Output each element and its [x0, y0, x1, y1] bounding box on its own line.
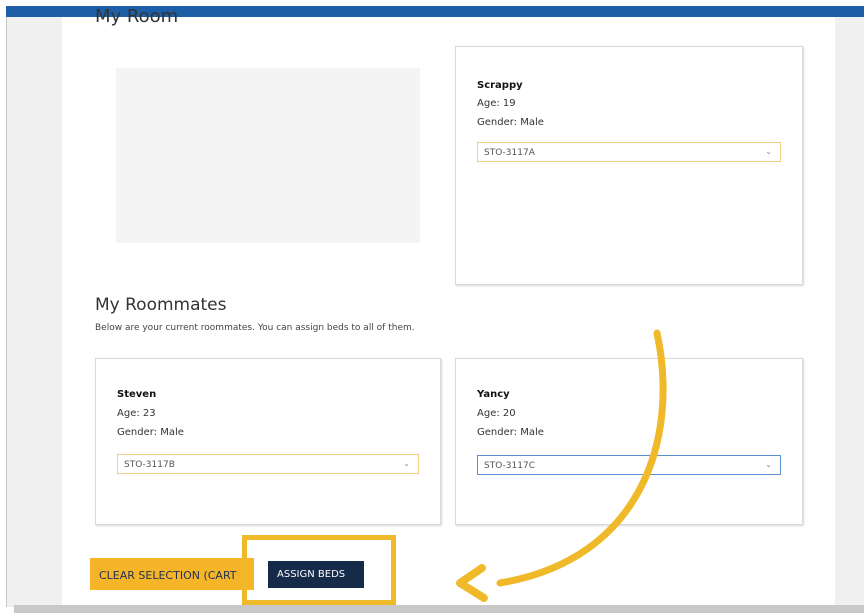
roommate-name: Yancy	[477, 389, 510, 400]
chevron-down-icon: ⌄	[403, 459, 410, 468]
resident-age: Age: 19	[477, 98, 516, 109]
roommates-description: Below are your current roommates. You ca…	[95, 323, 415, 333]
bed-select-value: STO-3117C	[484, 461, 535, 471]
roommate-card: Steven Age: 23 Gender: Male STO-3117B ⌄	[95, 358, 441, 525]
roommate-card: Yancy Age: 20 Gender: Male STO-3117C ⌄	[455, 358, 803, 525]
my-room-title: My Room	[95, 6, 179, 27]
bed-select-value: STO-3117A	[484, 148, 535, 158]
left-gutter	[6, 17, 62, 607]
roommate-name: Steven	[117, 389, 157, 400]
bottom-shadow	[14, 605, 864, 613]
left-edge	[6, 17, 7, 607]
room-image-placeholder	[116, 68, 420, 243]
roommate-age: Age: 20	[477, 408, 516, 419]
roommate-gender: Gender: Male	[117, 427, 184, 438]
roommate-gender: Gender: Male	[477, 427, 544, 438]
resident-gender: Gender: Male	[477, 117, 544, 128]
chevron-down-icon: ⌄	[765, 147, 772, 156]
resident-card: Scrappy Age: 19 Gender: Male STO-3117A ⌄	[455, 46, 803, 285]
roommate-age: Age: 23	[117, 408, 156, 419]
clear-selection-button[interactable]: CLEAR SELECTION (CART	[90, 558, 254, 590]
right-gutter	[835, 17, 864, 607]
bed-select[interactable]: STO-3117A ⌄	[477, 142, 781, 162]
highlight-box	[242, 535, 396, 605]
resident-name: Scrappy	[477, 80, 523, 91]
bed-select[interactable]: STO-3117C ⌄	[477, 455, 781, 475]
chevron-down-icon: ⌄	[765, 460, 772, 469]
bed-select[interactable]: STO-3117B ⌄	[117, 454, 419, 474]
bed-select-value: STO-3117B	[124, 460, 175, 470]
roommates-title: My Roommates	[95, 295, 227, 315]
